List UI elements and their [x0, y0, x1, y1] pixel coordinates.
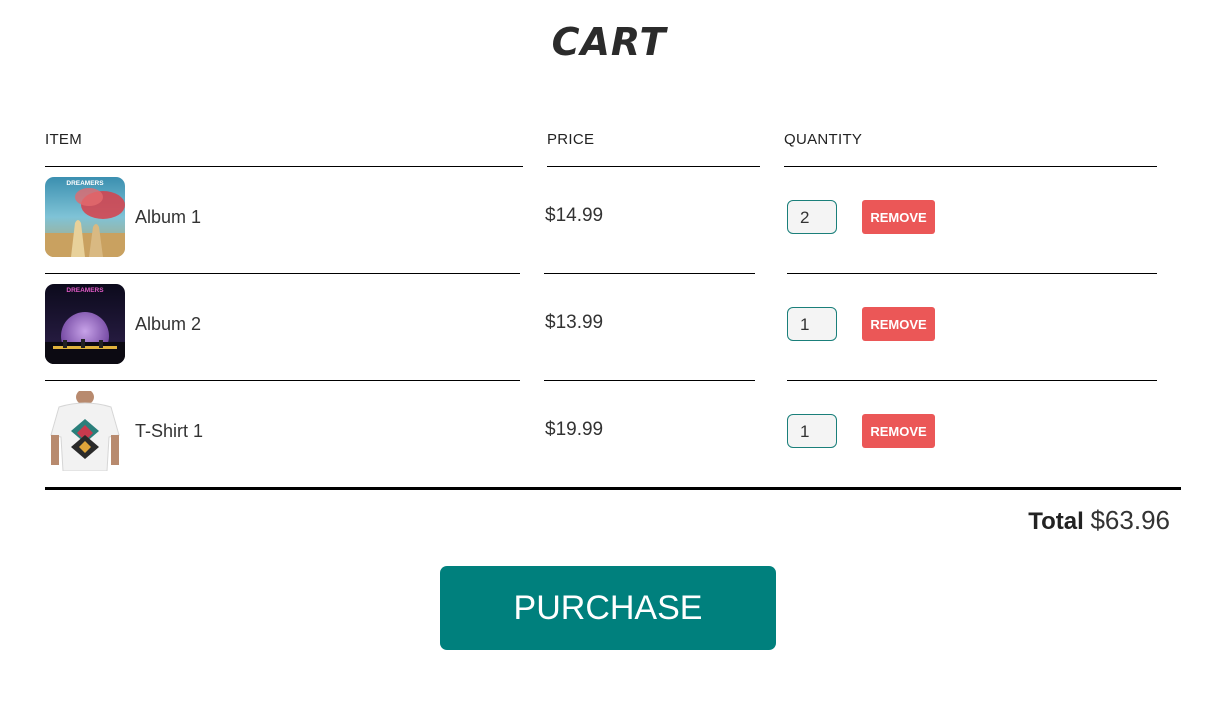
column-header-item: ITEM	[45, 131, 83, 148]
remove-button[interactable]: REMOVE	[862, 414, 935, 448]
divider	[547, 166, 760, 167]
album-cover-dreamers-icon: DREAMERS	[45, 177, 125, 257]
remove-button[interactable]: REMOVE	[862, 307, 935, 341]
item-name: T-Shirt 1	[135, 421, 204, 441]
purchase-button[interactable]: PURCHASE	[440, 566, 776, 650]
column-header-price: PRICE	[547, 131, 595, 148]
divider	[784, 166, 1157, 167]
divider	[45, 166, 523, 167]
item-name: Album 2	[135, 314, 202, 334]
t-shirt-photo-icon	[45, 391, 125, 471]
total-label: Total	[1028, 508, 1084, 535]
cover-text: DREAMERS	[66, 180, 104, 187]
quantity-input[interactable]	[787, 307, 837, 341]
total-divider	[45, 487, 1181, 490]
page-title: CART	[551, 20, 667, 64]
cart-total: Total $63.96	[1028, 505, 1170, 536]
remove-button[interactable]: REMOVE	[862, 200, 935, 234]
divider	[544, 380, 755, 381]
divider	[45, 380, 520, 381]
item-price: $19.99	[545, 419, 604, 440]
divider	[45, 273, 520, 274]
divider	[544, 273, 755, 274]
divider	[787, 273, 1157, 274]
item-price: $13.99	[545, 312, 604, 333]
item-price: $14.99	[545, 205, 604, 226]
quantity-input[interactable]	[787, 200, 837, 234]
column-header-quantity: QUANTITY	[784, 131, 863, 148]
divider	[787, 380, 1157, 381]
album-cover-moon-icon: DREAMERS	[45, 284, 125, 364]
total-value: $63.96	[1090, 505, 1170, 535]
cover-text: DREAMERS	[66, 287, 104, 294]
cart-page: CART ITEM PRICE QUANTITY DREAMERS Album …	[0, 0, 1218, 713]
item-name: Album 1	[135, 207, 202, 227]
quantity-input[interactable]	[787, 414, 837, 448]
